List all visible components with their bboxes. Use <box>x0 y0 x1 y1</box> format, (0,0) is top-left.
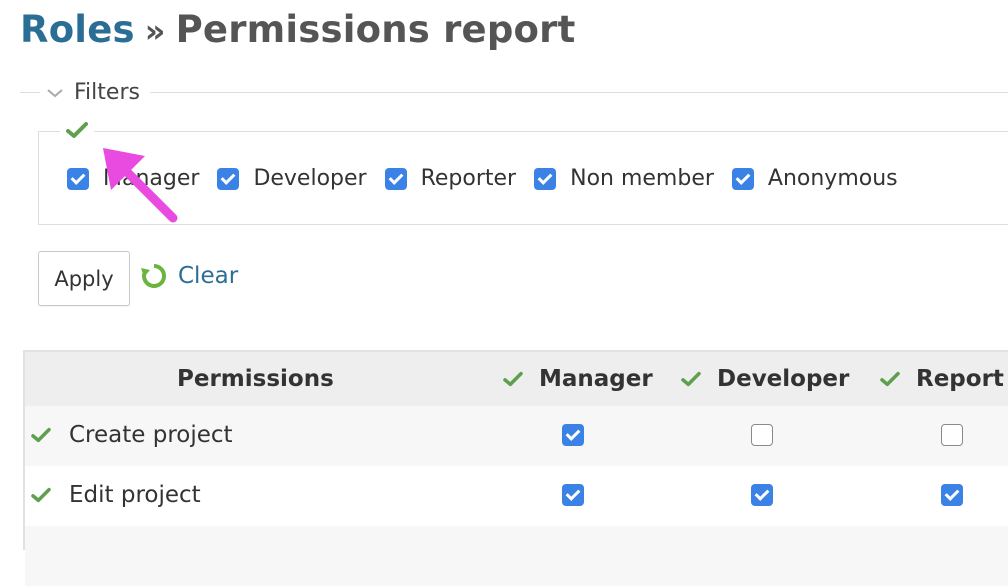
table-row-partial <box>25 526 1008 586</box>
table-header: Permissions Manager Developer Report <box>25 352 1008 406</box>
filter-manager-label: Manager <box>103 166 200 191</box>
green-check-icon[interactable] <box>31 427 51 443</box>
filter-non-member[interactable]: Non member <box>534 166 714 191</box>
filter-anonymous-label: Anonymous <box>767 166 898 191</box>
clear-label: Clear <box>178 263 239 289</box>
permission-checkbox[interactable] <box>941 424 963 446</box>
green-check-icon[interactable] <box>503 371 523 387</box>
row-label: Edit project <box>31 482 201 508</box>
column-header-reporter-label: Report <box>916 366 1004 392</box>
chevron-down-icon <box>47 88 63 97</box>
permissions-header: Permissions <box>177 366 334 392</box>
row-label-text: Edit project <box>69 482 201 508</box>
clear-link[interactable]: Clear <box>140 262 238 290</box>
role-filter-list: Manager Developer Reporter Non member An… <box>67 166 916 191</box>
column-header-developer: Developer <box>681 366 849 392</box>
filter-reporter[interactable]: Reporter <box>384 166 517 191</box>
table-row: Edit project <box>25 466 1008 526</box>
row-label-text: Create project <box>69 422 233 448</box>
filter-anonymous[interactable]: Anonymous <box>731 166 898 191</box>
filter-anonymous-checkbox[interactable] <box>731 167 754 190</box>
permission-checkbox[interactable] <box>562 484 584 506</box>
filter-developer-label: Developer <box>253 166 367 191</box>
column-header-manager-label: Manager <box>539 366 653 392</box>
filter-developer-checkbox[interactable] <box>217 167 240 190</box>
green-check-icon[interactable] <box>681 371 701 387</box>
filter-non-member-checkbox[interactable] <box>534 167 557 190</box>
filters-legend-toggle[interactable]: Filters <box>46 80 144 105</box>
breadcrumb-current: Permissions report <box>175 8 576 51</box>
filter-reporter-checkbox[interactable] <box>384 167 407 190</box>
filters-legend-label: Filters <box>74 80 140 105</box>
table-row: Create project <box>25 406 1008 466</box>
green-check-icon[interactable] <box>31 487 51 503</box>
fieldset-border-right <box>150 92 1008 93</box>
permission-checkbox[interactable] <box>562 424 584 446</box>
column-header-reporter: Report <box>880 366 1004 392</box>
green-check-icon[interactable] <box>880 371 900 387</box>
toggle-all-filters-icon[interactable] <box>60 121 94 143</box>
filter-reporter-label: Reporter <box>420 166 517 191</box>
filter-manager-checkbox[interactable] <box>67 167 89 190</box>
page-title: Roles» Permissions report <box>20 8 575 51</box>
filter-developer[interactable]: Developer <box>217 166 367 191</box>
breadcrumb-roles-link[interactable]: Roles <box>20 8 135 51</box>
breadcrumb-separator: » <box>144 12 166 50</box>
column-header-manager: Manager <box>503 366 653 392</box>
apply-button[interactable]: Apply <box>38 251 130 306</box>
row-label: Create project <box>31 422 233 448</box>
fieldset-border-left <box>20 92 40 93</box>
filter-non-member-label: Non member <box>570 166 714 191</box>
permission-checkbox[interactable] <box>751 424 773 446</box>
permission-checkbox[interactable] <box>941 484 963 506</box>
green-check-icon <box>66 122 88 138</box>
refresh-icon <box>141 263 167 288</box>
column-header-developer-label: Developer <box>717 366 850 392</box>
filter-manager[interactable]: Manager <box>67 166 199 191</box>
permission-checkbox[interactable] <box>751 484 773 506</box>
permissions-table: Permissions Manager Developer Report Cre… <box>23 350 1008 586</box>
